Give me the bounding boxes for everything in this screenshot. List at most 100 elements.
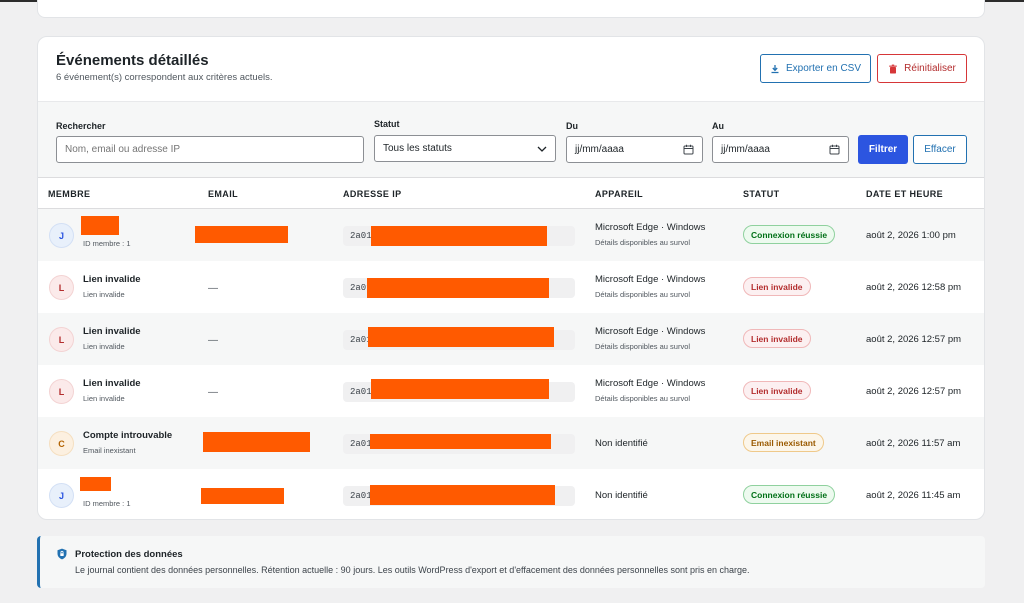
status-badge: Lien invalide xyxy=(743,329,811,348)
column-email: EMAIL xyxy=(208,189,238,199)
page-title: Événements détaillés xyxy=(56,52,209,69)
ip-prefix: 2a01 xyxy=(350,439,372,449)
results-count: 6 événement(s) correspondent aux critère… xyxy=(56,72,273,83)
member-name: Lien invalide xyxy=(83,326,141,337)
from-date-placeholder: jj/mm/aaaa xyxy=(575,144,624,155)
redacted-ip xyxy=(371,226,547,246)
status-badge: Connexion réussie xyxy=(743,485,836,504)
export-csv-button[interactable]: Exporter en CSV xyxy=(760,54,871,83)
card-header: Événements détaillés 6 événement(s) corr… xyxy=(38,37,984,101)
device-details[interactable]: Détails disponibles au survol xyxy=(595,394,690,403)
shield-lock-icon xyxy=(57,548,67,560)
status-label: Statut xyxy=(374,119,400,129)
filter-bar: Rechercher Statut Tous les statuts Du jj… xyxy=(38,101,984,178)
table-row[interactable]: L Lien invalide Lien invalide — 2a01 Mic… xyxy=(38,261,984,313)
redacted-ip xyxy=(368,327,554,347)
calendar-icon[interactable] xyxy=(683,144,694,155)
search-label: Rechercher xyxy=(56,121,106,131)
device-name: Non identifié xyxy=(595,438,648,449)
status-select-value: Tous les statuts xyxy=(383,143,452,154)
email-empty: — xyxy=(208,387,218,398)
member-sub: Lien invalide xyxy=(83,290,125,299)
event-datetime: août 2, 2026 1:00 pm xyxy=(866,230,956,241)
status-select[interactable]: Tous les statuts xyxy=(374,135,556,162)
event-datetime: août 2, 2026 12:57 pm xyxy=(866,386,962,397)
ip-prefix: 2a01 xyxy=(350,387,372,397)
avatar: L xyxy=(49,379,74,404)
redacted-name xyxy=(80,477,111,491)
member-id: ID membre : 1 xyxy=(83,499,131,508)
device-details[interactable]: Détails disponibles au survol xyxy=(595,290,690,299)
from-date-input[interactable]: jj/mm/aaaa xyxy=(566,136,703,163)
member-name: Lien invalide xyxy=(83,378,141,389)
avatar: C xyxy=(49,431,74,456)
export-label: Exporter en CSV xyxy=(785,63,862,74)
email-empty: — xyxy=(208,335,218,346)
email-empty: — xyxy=(208,283,218,294)
member-sub: Lien invalide xyxy=(83,394,125,403)
redacted-email xyxy=(201,488,284,504)
status-badge: Email inexistant xyxy=(743,433,824,452)
redacted-email xyxy=(195,226,288,243)
redacted-email xyxy=(203,432,310,452)
avatar: J xyxy=(49,483,74,508)
device-name: Microsoft Edge · Windows xyxy=(595,222,706,233)
to-date-label: Au xyxy=(712,121,724,131)
status-badge: Connexion réussie xyxy=(743,225,836,244)
status-badge: Lien invalide xyxy=(743,381,811,400)
events-card: Événements détaillés 6 événement(s) corr… xyxy=(37,36,985,520)
device-name: Microsoft Edge · Windows xyxy=(595,326,706,337)
table-row[interactable]: J ID membre : 1 2a01 Microsoft Edge · Wi… xyxy=(38,209,984,261)
filter-button[interactable]: Filtrer xyxy=(858,135,908,164)
reset-label: Réinitialiser xyxy=(904,63,956,74)
redacted-ip xyxy=(370,434,551,449)
avatar: L xyxy=(49,275,74,300)
device-details[interactable]: Détails disponibles au survol xyxy=(595,238,690,247)
column-ip: ADRESSE IP xyxy=(343,189,402,199)
member-name: Compte introuvable xyxy=(83,430,173,441)
notice-text: Le journal contient des données personne… xyxy=(75,565,750,575)
redacted-name xyxy=(81,216,119,235)
from-date-label: Du xyxy=(566,121,578,131)
calendar-icon[interactable] xyxy=(829,144,840,155)
reset-button[interactable]: Réinitialiser xyxy=(877,54,967,83)
column-device: APPAREIL xyxy=(595,189,644,199)
device-name: Microsoft Edge · Windows xyxy=(595,274,706,285)
clear-button[interactable]: Effacer xyxy=(913,135,967,164)
member-sub: Lien invalide xyxy=(83,342,125,351)
event-datetime: août 2, 2026 12:58 pm xyxy=(866,282,962,293)
chevron-down-icon xyxy=(537,146,547,152)
notice-title: Protection des données xyxy=(75,549,183,560)
search-input[interactable] xyxy=(56,136,364,163)
to-date-placeholder: jj/mm/aaaa xyxy=(721,144,770,155)
device-details[interactable]: Détails disponibles au survol xyxy=(595,342,690,351)
to-date-input[interactable]: jj/mm/aaaa xyxy=(712,136,849,163)
status-badge: Lien invalide xyxy=(743,277,811,296)
event-datetime: août 2, 2026 11:57 am xyxy=(866,438,961,449)
table-row[interactable]: C Compte introuvable Email inexistant 2a… xyxy=(38,417,984,469)
avatar: L xyxy=(49,327,74,352)
download-icon xyxy=(771,64,779,73)
redacted-ip xyxy=(371,379,549,399)
redacted-ip xyxy=(367,278,549,298)
device-name: Microsoft Edge · Windows xyxy=(595,378,706,389)
redacted-ip xyxy=(370,485,555,505)
member-sub: Email inexistant xyxy=(83,446,136,455)
trash-icon xyxy=(889,64,897,73)
event-datetime: août 2, 2026 12:57 pm xyxy=(866,334,962,345)
table-row[interactable]: J ID membre : 1 2a01 Non identifié Conne… xyxy=(38,469,984,519)
device-name: Non identifié xyxy=(595,490,648,501)
previous-card xyxy=(37,0,985,18)
column-status: STATUT xyxy=(743,189,780,199)
data-protection-notice: Protection des données Le journal contie… xyxy=(37,536,985,588)
ip-prefix: 2a01 xyxy=(350,491,372,501)
column-member: MEMBRE xyxy=(48,189,91,199)
member-name: Lien invalide xyxy=(83,274,141,285)
table-row[interactable]: L Lien invalide Lien invalide — 2a01 Mic… xyxy=(38,365,984,417)
table-row[interactable]: L Lien invalide Lien invalide — 2a01 Mic… xyxy=(38,313,984,365)
ip-prefix: 2a01 xyxy=(350,231,372,241)
member-id: ID membre : 1 xyxy=(83,239,131,248)
table-header: MEMBRE EMAIL ADRESSE IP APPAREIL STATUT … xyxy=(38,178,984,209)
avatar: J xyxy=(49,223,74,248)
event-datetime: août 2, 2026 11:45 am xyxy=(866,490,961,501)
